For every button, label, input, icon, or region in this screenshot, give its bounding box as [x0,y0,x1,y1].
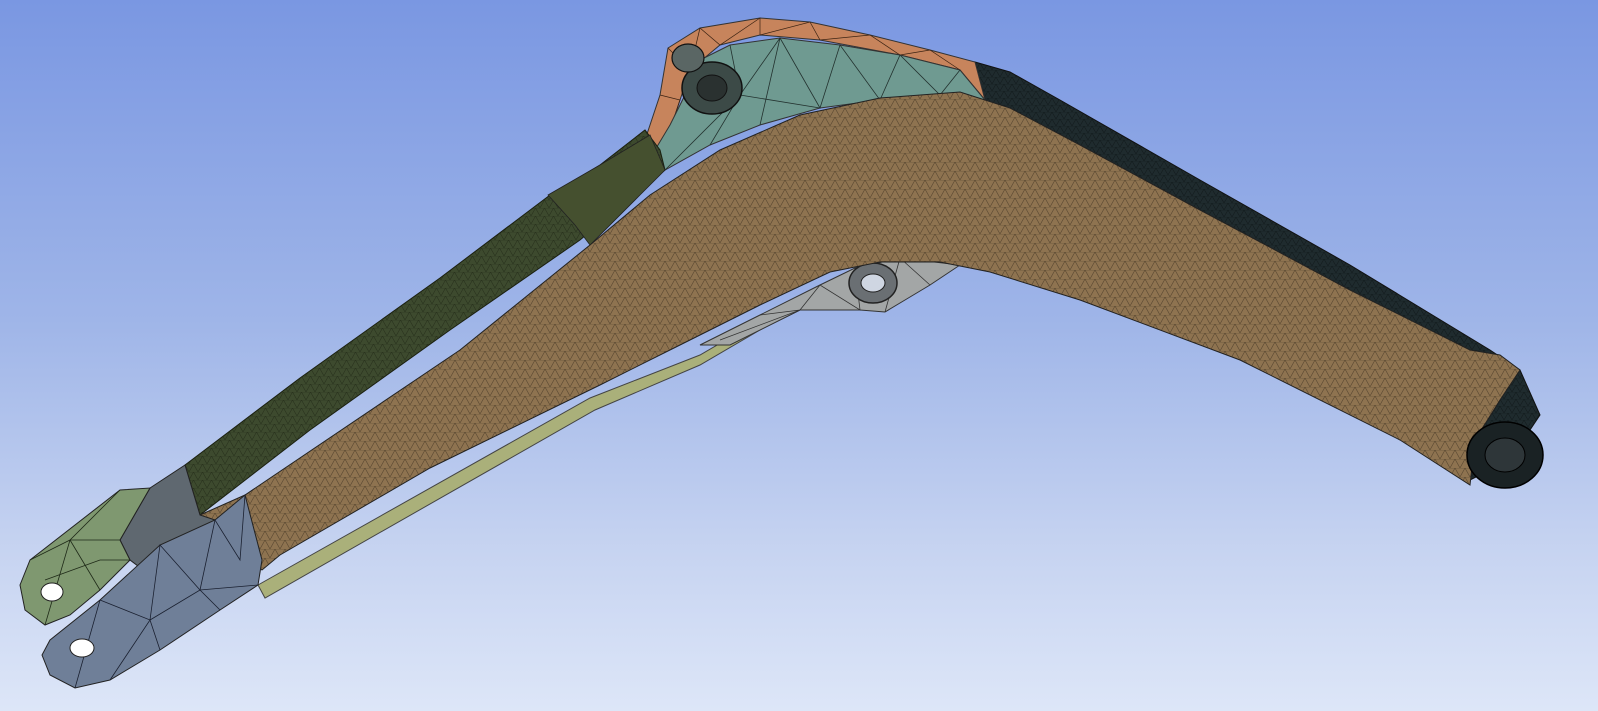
right-end-pin-hole-icon [1484,437,1526,473]
upper-pin-hole-icon [696,74,728,102]
graphics-viewport[interactable] [0,0,1598,711]
tip-right-hole-icon [69,638,95,658]
mesh-model-render[interactable] [0,0,1598,711]
upper-pin-small-boss-icon [671,43,705,73]
lower-pin-hole-inner-icon [860,273,886,293]
tip-left-hole-icon [40,582,64,602]
